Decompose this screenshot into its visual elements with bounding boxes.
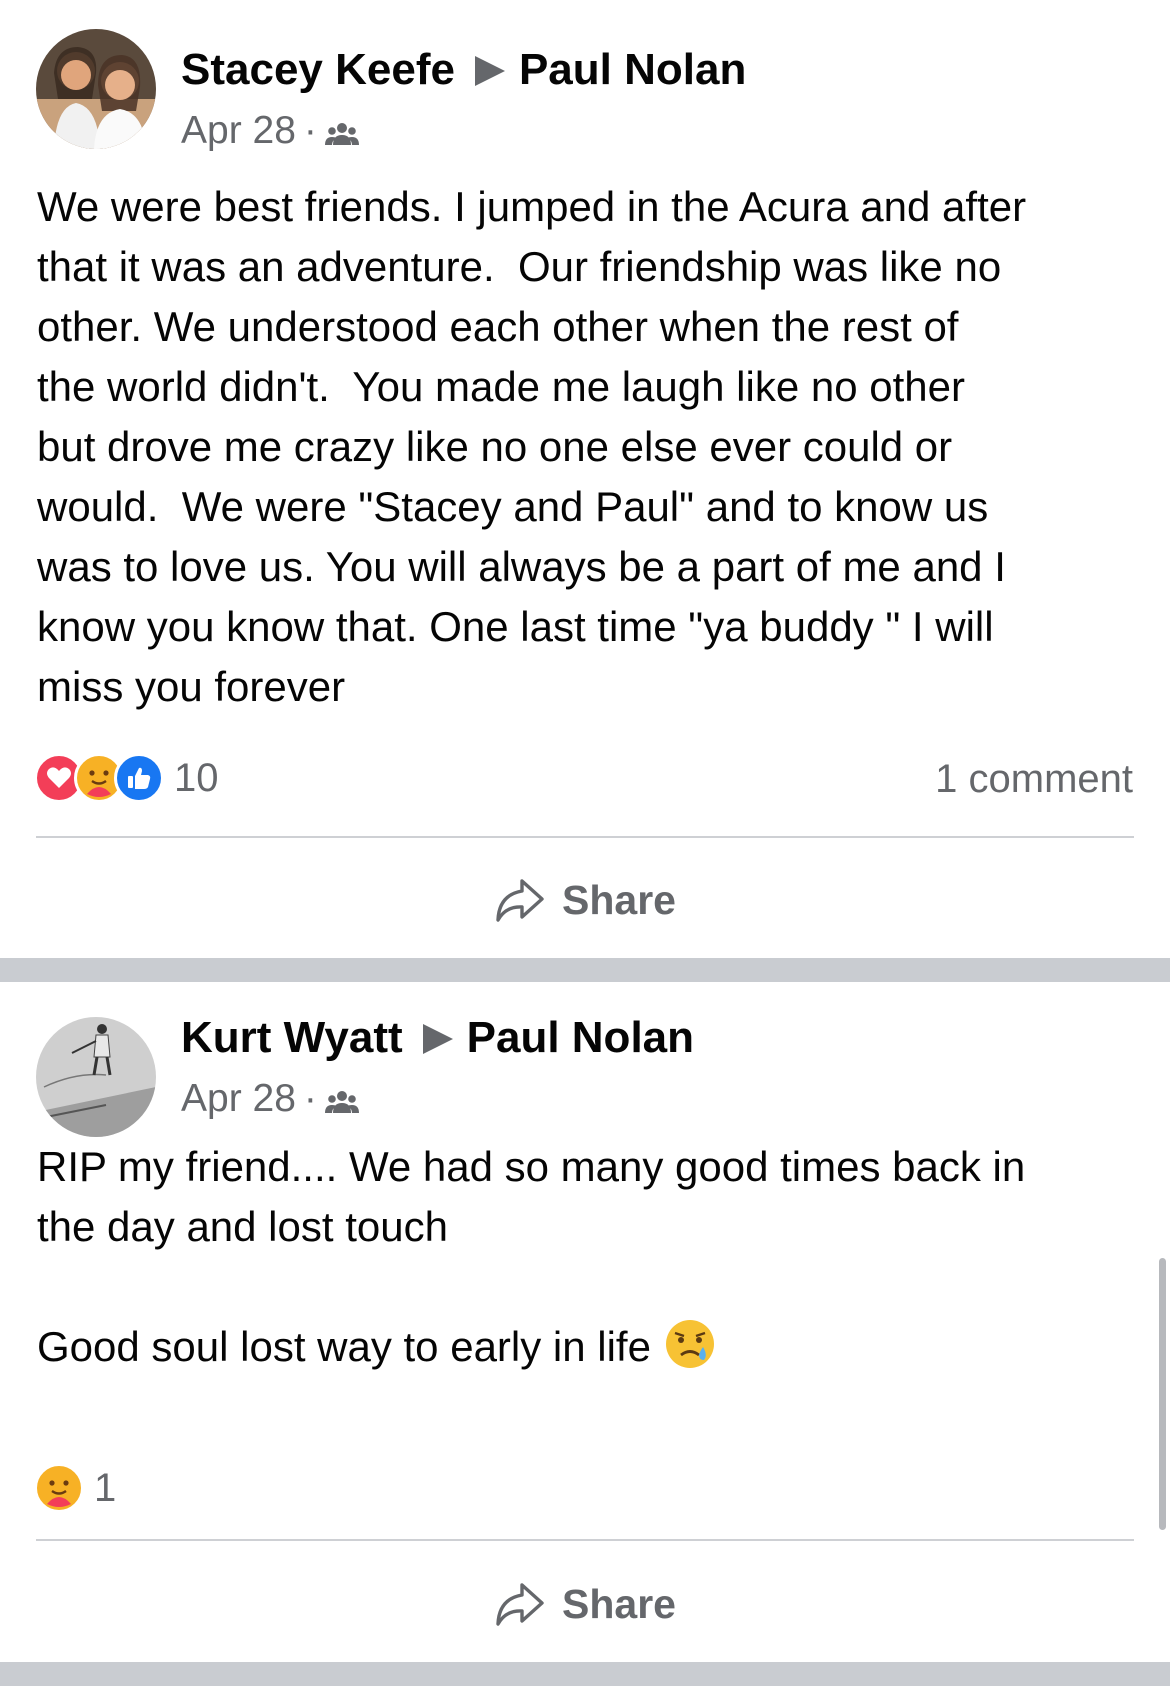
post: Stacey Keefe Paul Nolan Apr 28 · We were b… [0, 0, 1170, 958]
share-button[interactable]: Share [0, 865, 1170, 935]
post-text: We were best friends. I jumped in the Ac… [37, 183, 1027, 710]
author-name[interactable]: Stacey Keefe [181, 45, 455, 94]
avatar[interactable] [36, 29, 156, 149]
avatar[interactable] [36, 1017, 156, 1137]
divider [36, 836, 1134, 838]
comment-count-link[interactable]: 1 comment [935, 756, 1133, 802]
post-separator [0, 958, 1170, 982]
reactions-summary[interactable]: 1 [34, 1462, 116, 1514]
sad-tear-emoji [665, 1320, 714, 1368]
feed: Stacey Keefe Paul Nolan Apr 28 · We were b… [0, 0, 1170, 1703]
share-label: Share [562, 1580, 676, 1627]
reaction-count: 1 [94, 1465, 117, 1510]
post-header: Stacey Keefe Paul Nolan [181, 44, 746, 96]
share-icon [496, 1583, 544, 1626]
post-date[interactable]: Apr 28 [181, 1077, 296, 1120]
post-meta: Apr 28 · [181, 1076, 359, 1122]
post-text-content: RIP my friend.... We had so many good ti… [37, 1143, 1026, 1370]
reactions-summary[interactable]: 10 [34, 752, 219, 804]
post-header: Kurt Wyatt Paul Nolan [181, 1012, 694, 1064]
share-label: Share [562, 876, 676, 923]
share-icon [496, 879, 544, 922]
separator-dot: · [303, 109, 317, 152]
post-separator [0, 1662, 1170, 1686]
share-button[interactable]: Share [0, 1569, 1170, 1639]
like-reaction-icon [114, 753, 164, 803]
arrow-right-icon [422, 1024, 453, 1054]
post-meta: Apr 28 · [181, 108, 359, 154]
scrollbar[interactable] [1159, 1258, 1166, 1530]
post-text: RIP my friend.... We had so many good ti… [37, 1137, 1147, 1377]
reaction-count: 10 [174, 755, 219, 800]
care-reaction-icon [34, 1463, 84, 1513]
post-date[interactable]: Apr 28 [181, 109, 296, 152]
arrow-right-icon [474, 56, 505, 86]
recipient-name[interactable]: Paul Nolan [467, 1013, 694, 1062]
friends-icon [324, 1091, 359, 1113]
author-name[interactable]: Kurt Wyatt [181, 1013, 403, 1062]
friends-icon [324, 123, 359, 145]
recipient-name[interactable]: Paul Nolan [519, 45, 746, 94]
post: Kurt Wyatt Paul Nolan Apr 28 · RIP my frie… [0, 982, 1170, 1662]
separator-dot: · [303, 1077, 317, 1120]
divider [36, 1539, 1134, 1541]
